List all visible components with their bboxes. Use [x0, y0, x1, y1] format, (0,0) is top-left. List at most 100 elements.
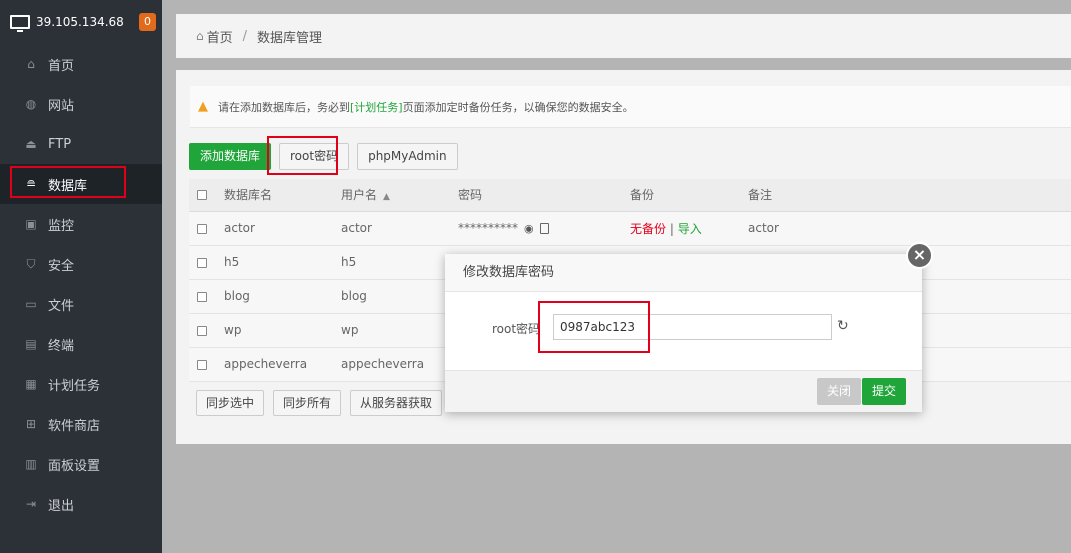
import-link[interactable]: 导入 — [678, 222, 702, 236]
col-header-note: 备注 — [748, 179, 1071, 212]
sidebar-item-3[interactable]: ≘ 数据库 — [0, 164, 162, 204]
db-user: wp — [341, 313, 458, 348]
highlight-password-input — [538, 301, 650, 353]
modal-footer: 关闭 提交 — [445, 370, 922, 412]
table-header-row: 数据库名 用户名 ▲ 密码 备份 备注 — [189, 179, 1071, 212]
breadcrumb-home[interactable]: 首页 — [207, 27, 233, 46]
sidebar-item-7[interactable]: ▤ 终端 — [0, 324, 162, 364]
sidebar-nav: ⌂ 首页 ◍ 网站 ⏏ FTP ≘ 数据库 ▣ 监控 ⛉ 安全 ▭ 文件 ▤ 终端 ▦ 计划任务 ⊞ 软件商店 ▥ 面板设… — [0, 44, 162, 524]
sidebar: 39.105.134.68 0 ⌂ 首页 ◍ 网站 ⏏ FTP ≘ 数据库 ▣ 监控 ⛉ 安全 ▭ 文件 ▤… — [0, 0, 162, 553]
breadcrumb-separator: / — [242, 28, 248, 44]
db-backup: 无备份 | 导入 — [630, 211, 748, 246]
sidebar-item-1[interactable]: ◍ 网站 — [0, 84, 162, 124]
row-checkbox[interactable] — [197, 325, 207, 336]
notice-text-post: 页面添加定时备份任务，以确保您的数据安全。 — [402, 100, 634, 114]
col-header-username[interactable]: 用户名 ▲ — [341, 179, 458, 212]
row-checkbox[interactable] — [197, 257, 207, 268]
sidebar-item-label: 网站 — [48, 98, 75, 114]
sidebar-item-label: 退出 — [48, 498, 75, 514]
sidebar-item-9[interactable]: ⊞ 软件商店 — [0, 404, 162, 444]
bottom-toolbar: 同步选中 同步所有 从服务器获取 — [196, 390, 451, 416]
col-header-dbname: 数据库名 — [224, 179, 341, 212]
db-user: blog — [341, 279, 458, 314]
sidebar-item-label: 安全 — [48, 258, 75, 274]
sort-up-icon: ▲ — [383, 192, 390, 203]
row-checkbox[interactable] — [197, 291, 207, 302]
close-icon[interactable]: × — [906, 242, 933, 269]
password-masked: ********** — [458, 221, 518, 235]
change-password-modal: 修改数据库密码 root密码 ↻ 关闭 提交 — [445, 254, 922, 412]
settings-icon: ▥ — [25, 457, 37, 471]
sidebar-item-label: 首页 — [48, 58, 75, 74]
sync-selected-button[interactable]: 同步选中 — [196, 390, 265, 416]
home-icon: ⌂ — [27, 57, 35, 71]
server-header: 39.105.134.68 0 — [0, 0, 162, 44]
submit-button[interactable]: 提交 — [862, 378, 907, 405]
sidebar-item-2[interactable]: ⏏ FTP — [0, 124, 162, 164]
row-checkbox[interactable] — [197, 223, 207, 234]
sidebar-item-10[interactable]: ▥ 面板设置 — [0, 444, 162, 484]
ftp-icon: ⏏ — [25, 137, 37, 151]
sidebar-item-4[interactable]: ▣ 监控 — [0, 204, 162, 244]
shield-icon: ⛉ — [26, 256, 36, 271]
no-backup-link[interactable]: 无备份 — [630, 222, 666, 236]
db-name: blog — [224, 279, 341, 314]
db-password: ********** ◉ — [458, 211, 630, 246]
monitor-icon — [10, 15, 30, 32]
modal-title: 修改数据库密码 — [445, 254, 922, 292]
logout-icon: ⇥ — [25, 497, 37, 511]
db-user: actor — [341, 211, 458, 246]
cron-task-link[interactable]: [计划任务] — [350, 99, 403, 115]
calendar-icon: ▦ — [25, 377, 37, 391]
sidebar-item-6[interactable]: ▭ 文件 — [0, 284, 162, 324]
refresh-icon[interactable]: ↻ — [837, 318, 849, 334]
db-name: appecheverra — [224, 347, 341, 382]
sidebar-item-label: 软件商店 — [48, 418, 101, 434]
notification-badge[interactable]: 0 — [139, 13, 156, 31]
db-name: actor — [224, 211, 341, 246]
copy-icon[interactable] — [539, 223, 549, 234]
close-button[interactable]: 关闭 — [817, 378, 862, 405]
server-ip: 39.105.134.68 — [36, 15, 124, 29]
add-database-button[interactable]: 添加数据库 — [189, 143, 272, 170]
sidebar-item-5[interactable]: ⛉ 安全 — [0, 244, 162, 284]
select-all-checkbox[interactable] — [197, 190, 207, 201]
notice-text-pre: 请在添加数据库后，务必到 — [218, 100, 350, 114]
root-password-label: root密码 — [492, 322, 541, 336]
backup-notice: ▲ 请在添加数据库后，务必到 [计划任务] 页面添加定时备份任务，以确保您的数据… — [190, 86, 1071, 128]
fetch-from-server-button[interactable]: 从服务器获取 — [350, 390, 443, 416]
sidebar-item-label: 面板设置 — [48, 458, 101, 474]
warning-icon: ▲ — [198, 99, 208, 114]
col-header-username-label: 用户名 — [341, 188, 378, 203]
sidebar-item-label: 计划任务 — [48, 378, 101, 394]
eye-icon[interactable]: ◉ — [524, 222, 534, 235]
home-icon: ⌂ — [196, 29, 204, 43]
highlight-root-button — [267, 136, 338, 175]
sidebar-item-11[interactable]: ⇥ 退出 — [0, 484, 162, 524]
sidebar-item-8[interactable]: ▦ 计划任务 — [0, 364, 162, 404]
sidebar-item-label: 文件 — [48, 298, 75, 314]
breadcrumb: ⌂ 首页 / 数据库管理 — [176, 14, 1071, 58]
globe-icon: ◍ — [25, 97, 37, 111]
breadcrumb-current: 数据库管理 — [257, 30, 323, 46]
highlight-database-nav — [10, 166, 126, 198]
apps-icon: ⊞ — [25, 417, 37, 431]
col-header-password: 密码 — [458, 179, 630, 212]
db-note: actor — [748, 211, 1071, 246]
sync-all-button[interactable]: 同步所有 — [273, 390, 342, 416]
table-row: actor actor ********** ◉ 无备份 | 导入 actor — [189, 211, 1071, 246]
backup-separator: | — [666, 221, 678, 236]
sidebar-item-label: 终端 — [48, 338, 75, 354]
phpmyadmin-button[interactable]: phpMyAdmin — [357, 143, 458, 170]
db-user: h5 — [341, 245, 458, 280]
db-name: h5 — [224, 245, 341, 280]
db-user: appecheverra — [341, 347, 458, 382]
row-checkbox[interactable] — [197, 359, 207, 370]
sidebar-item-0[interactable]: ⌂ 首页 — [0, 44, 162, 84]
sidebar-item-label: FTP — [48, 136, 72, 152]
col-header-backup: 备份 — [630, 179, 748, 212]
db-name: wp — [224, 313, 341, 348]
sidebar-item-label: 监控 — [48, 218, 75, 234]
monitor-icon: ▣ — [25, 217, 37, 231]
note-text[interactable]: actor — [748, 221, 779, 235]
